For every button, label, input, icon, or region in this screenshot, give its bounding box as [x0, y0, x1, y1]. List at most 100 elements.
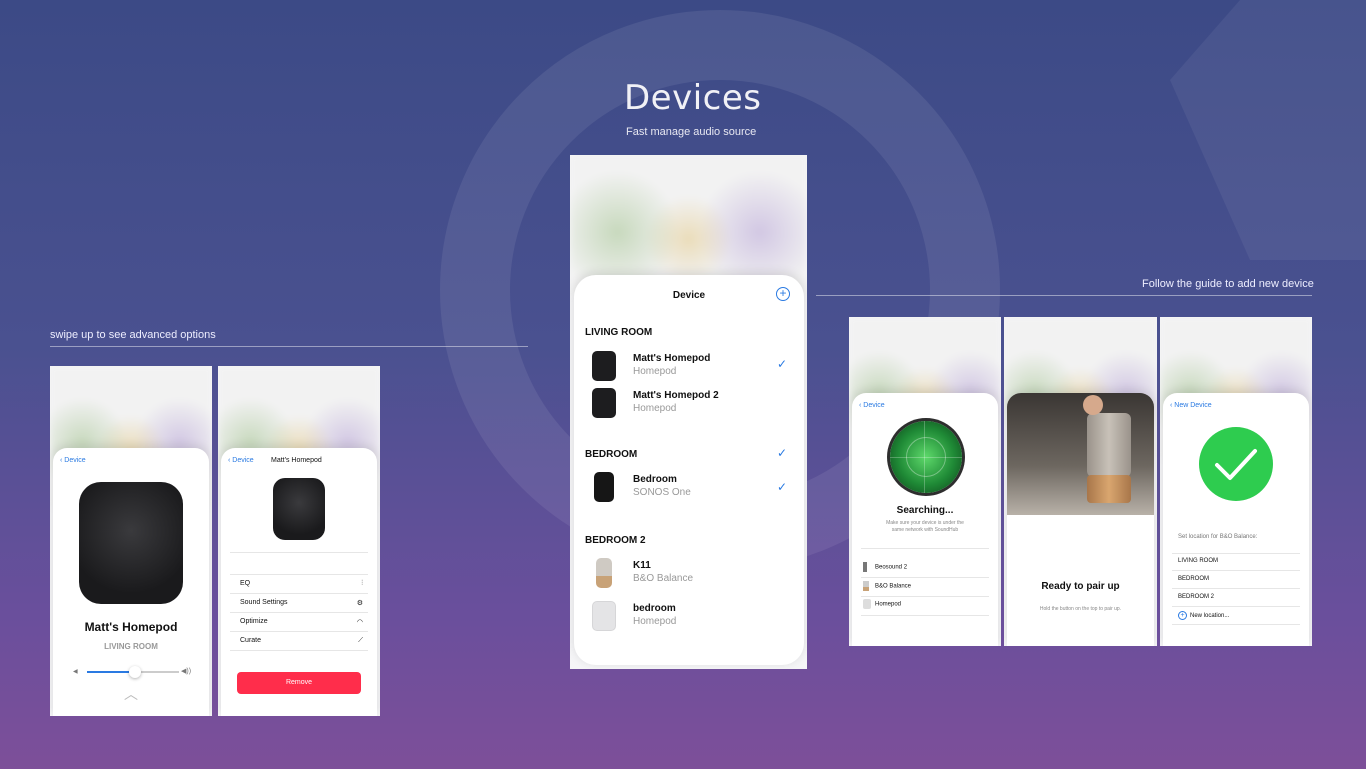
divider	[1172, 570, 1300, 571]
homepod-image	[79, 482, 183, 604]
radar-icon	[890, 421, 962, 493]
device-label: Beosound 2	[875, 564, 908, 571]
homepod-image	[273, 478, 325, 540]
room-bedroom-2: BEDROOM 2	[585, 535, 646, 546]
volume-thumb[interactable]	[129, 666, 141, 678]
back-button[interactable]: ‹ Device	[859, 402, 885, 409]
pair-title: Ready to pair up	[1041, 581, 1120, 592]
location-item[interactable]: BEDROOM	[1178, 576, 1209, 582]
setting-label: Optimize	[240, 618, 268, 625]
sonos-thumbnail	[594, 472, 614, 502]
speaker-base	[1087, 475, 1131, 503]
location-screen: ‹ New Device Set location for B&O Balanc…	[1160, 317, 1312, 646]
device-row[interactable]: Matt's Homepod Homepod	[588, 351, 788, 381]
page-title: Devices	[624, 78, 762, 118]
back-button[interactable]: ‹ Device	[60, 457, 86, 464]
device-name: Matt's Homepod 2	[633, 390, 719, 401]
location-sheet: ‹ New Device Set location for B&O Balanc…	[1163, 393, 1309, 646]
check-icon: ✓	[777, 357, 788, 371]
device-row[interactable]: K11 B&O Balance	[588, 558, 788, 588]
found-device-item[interactable]: B&O Balance	[863, 581, 911, 591]
setting-label: Sound Settings	[240, 599, 288, 606]
device-label: B&O Balance	[875, 583, 912, 590]
settings-item-eq[interactable]: EQ ⫶	[240, 580, 363, 588]
screen-title: Matt's Homepod	[271, 457, 322, 464]
divider	[230, 574, 368, 575]
device-type: Homepod	[633, 616, 677, 627]
room-bedroom: BEDROOM	[585, 449, 638, 460]
search-hint: Make sure your device is under the same …	[886, 520, 964, 533]
back-button[interactable]: ‹ New Device	[1170, 402, 1212, 409]
sheet-title: Device	[672, 290, 706, 301]
device-row[interactable]: Bedroom SONOS One	[588, 472, 788, 502]
back-button[interactable]: ‹ Device	[228, 457, 254, 464]
location-item[interactable]: BEDROOM 2	[1178, 594, 1214, 600]
back-label: Device	[232, 457, 254, 464]
caption-left: swipe up to see advanced options	[50, 329, 216, 341]
equalizer-icon: ⫶	[361, 580, 363, 587]
device-name: K11	[633, 560, 651, 571]
settings-item-sound[interactable]: Sound Settings ⚙	[240, 599, 363, 607]
pair-screen: Ready to pair up Hold the button on the …	[1004, 317, 1157, 646]
bo-balance-thumbnail	[596, 558, 612, 588]
detail-sheet: ‹ Device Matt's Homepod LIVING ROOM ◀ ◀)…	[53, 448, 209, 716]
back-label: New Device	[1174, 402, 1212, 409]
device-room: LIVING ROOM	[104, 642, 158, 651]
speaker-photo	[1007, 393, 1154, 515]
caption-right: Follow the guide to add new device	[1142, 278, 1314, 290]
device-type: B&O Balance	[633, 573, 694, 584]
pair-sheet: Ready to pair up Hold the button on the …	[1007, 393, 1154, 646]
pair-hint: Hold the button on the top to pair up.	[1039, 606, 1122, 612]
divider	[230, 650, 368, 651]
remove-button[interactable]: Remove	[237, 672, 361, 694]
found-device-item[interactable]: Homepod	[863, 599, 901, 609]
blurred-background	[570, 155, 807, 295]
divider	[1172, 606, 1300, 607]
divider	[1172, 553, 1300, 554]
homepod-thumbnail	[592, 351, 616, 381]
search-title: Searching...	[896, 505, 954, 516]
new-location-button[interactable]: + New location...	[1178, 611, 1229, 620]
radar-axis	[890, 457, 962, 458]
volume-slider[interactable]	[87, 666, 179, 678]
divider	[861, 577, 989, 578]
speaker-icon	[863, 599, 871, 609]
device-name: Matt's Homepod	[633, 353, 711, 364]
homepod-thumbnail	[592, 388, 616, 418]
speaker-body	[1087, 413, 1131, 477]
settings-item-curate[interactable]: Curate ⟋	[240, 637, 363, 645]
gear-icon: ⚙	[356, 600, 363, 607]
search-sheet: ‹ Device Searching... Make sure your dev…	[852, 393, 998, 646]
chevron-up-icon[interactable]: ︿	[53, 684, 209, 704]
plus-icon: +	[1178, 611, 1187, 620]
divider	[861, 615, 989, 616]
divider	[230, 593, 368, 594]
setting-label: Curate	[240, 637, 262, 644]
device-row[interactable]: bedroom Homepod	[588, 601, 788, 631]
device-sheet: Device + LIVING ROOM Matt's Homepod Home…	[574, 275, 804, 665]
device-row[interactable]: Matt's Homepod 2 Homepod	[588, 388, 788, 418]
location-prompt: Set location for B&O Balance:	[1178, 534, 1258, 540]
speaker-icon	[863, 581, 869, 591]
divider	[230, 612, 368, 613]
found-device-item[interactable]: Beosound 2	[863, 562, 907, 572]
homepod-white-thumbnail	[592, 601, 616, 631]
add-device-icon[interactable]: +	[776, 287, 790, 301]
device-detail-screen: ‹ Device Matt's Homepod LIVING ROOM ◀ ◀)…	[50, 366, 212, 716]
check-icon: ✓	[777, 446, 788, 460]
device-label: Homepod	[875, 601, 902, 608]
search-screen: ‹ Device Searching... Make sure your dev…	[849, 317, 1001, 646]
divider	[861, 548, 989, 549]
device-name: bedroom	[633, 603, 676, 614]
divider-left	[50, 346, 528, 347]
settings-item-optimize[interactable]: Optimize ◠	[240, 618, 363, 626]
location-item[interactable]: LIVING ROOM	[1178, 558, 1218, 564]
divider	[861, 596, 989, 597]
gauge-icon: ◠	[356, 619, 363, 626]
speaker-icon	[863, 562, 867, 572]
divider	[230, 631, 368, 632]
divider	[1172, 588, 1300, 589]
device-name: Bedroom	[633, 474, 677, 485]
page-subtitle: Fast manage audio source	[626, 126, 757, 138]
volume-low-icon: ◀	[73, 669, 78, 675]
